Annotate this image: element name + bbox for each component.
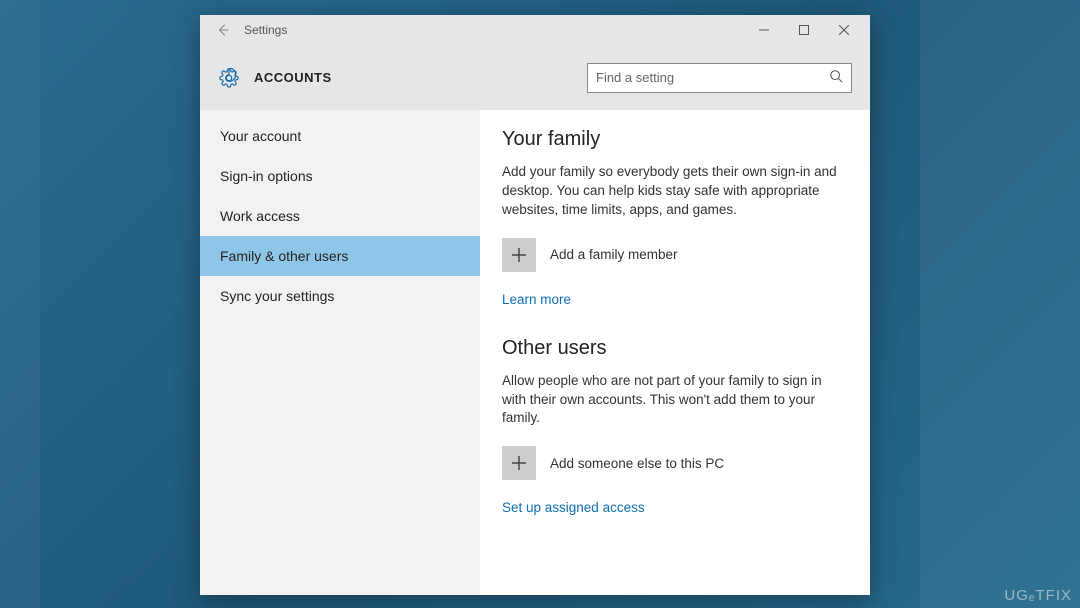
sidebar-item-label: Work access — [220, 208, 300, 224]
other-users-description: Allow people who are not part of your fa… — [502, 372, 848, 429]
sidebar-item-sign-in-options[interactable]: Sign-in options — [200, 156, 480, 196]
body: Your account Sign-in options Work access… — [200, 110, 870, 595]
sidebar-item-label: Family & other users — [220, 248, 348, 264]
header: ACCOUNTS — [200, 45, 870, 110]
other-users-heading: Other users — [502, 337, 848, 360]
your-family-description: Add your family so everybody gets their … — [502, 163, 848, 220]
plus-icon — [511, 247, 527, 263]
settings-window: Settings ACCOUNTS — [200, 15, 870, 595]
add-family-member-label: Add a family member — [550, 247, 678, 262]
search-icon — [829, 69, 843, 86]
your-family-section: Your family Add your family so everybody… — [502, 128, 848, 331]
search-input[interactable] — [596, 70, 829, 85]
add-family-member-button[interactable] — [502, 238, 536, 272]
add-other-user-label: Add someone else to this PC — [550, 456, 724, 471]
back-button[interactable] — [206, 23, 240, 37]
close-button[interactable] — [824, 15, 864, 45]
minimize-icon — [759, 25, 769, 35]
window-title: Settings — [240, 23, 287, 37]
sidebar-item-label: Sign-in options — [220, 168, 313, 184]
sidebar-item-label: Sync your settings — [220, 288, 334, 304]
plus-icon — [511, 455, 527, 471]
search-box[interactable] — [587, 63, 852, 93]
content: Your family Add your family so everybody… — [480, 110, 870, 595]
sidebar: Your account Sign-in options Work access… — [200, 110, 480, 595]
back-arrow-icon — [216, 23, 230, 37]
page-title: ACCOUNTS — [254, 70, 332, 85]
assigned-access-link[interactable]: Set up assigned access — [502, 500, 645, 515]
gear-icon — [218, 67, 240, 89]
sidebar-item-work-access[interactable]: Work access — [200, 196, 480, 236]
add-other-user-button[interactable] — [502, 446, 536, 480]
sidebar-item-your-account[interactable]: Your account — [200, 116, 480, 156]
add-other-user-row[interactable]: Add someone else to this PC — [502, 446, 848, 480]
watermark: UGₑTFIX — [1004, 587, 1072, 604]
other-users-section: Other users Allow people who are not par… — [502, 337, 848, 540]
learn-more-link[interactable]: Learn more — [502, 292, 571, 307]
sidebar-item-sync-settings[interactable]: Sync your settings — [200, 276, 480, 316]
your-family-heading: Your family — [502, 128, 848, 151]
add-family-member-row[interactable]: Add a family member — [502, 238, 848, 272]
sidebar-item-family-other-users[interactable]: Family & other users — [200, 236, 480, 276]
sidebar-item-label: Your account — [220, 128, 301, 144]
maximize-button[interactable] — [784, 15, 824, 45]
close-icon — [839, 25, 849, 35]
minimize-button[interactable] — [744, 15, 784, 45]
titlebar: Settings — [200, 15, 870, 45]
maximize-icon — [799, 25, 809, 35]
